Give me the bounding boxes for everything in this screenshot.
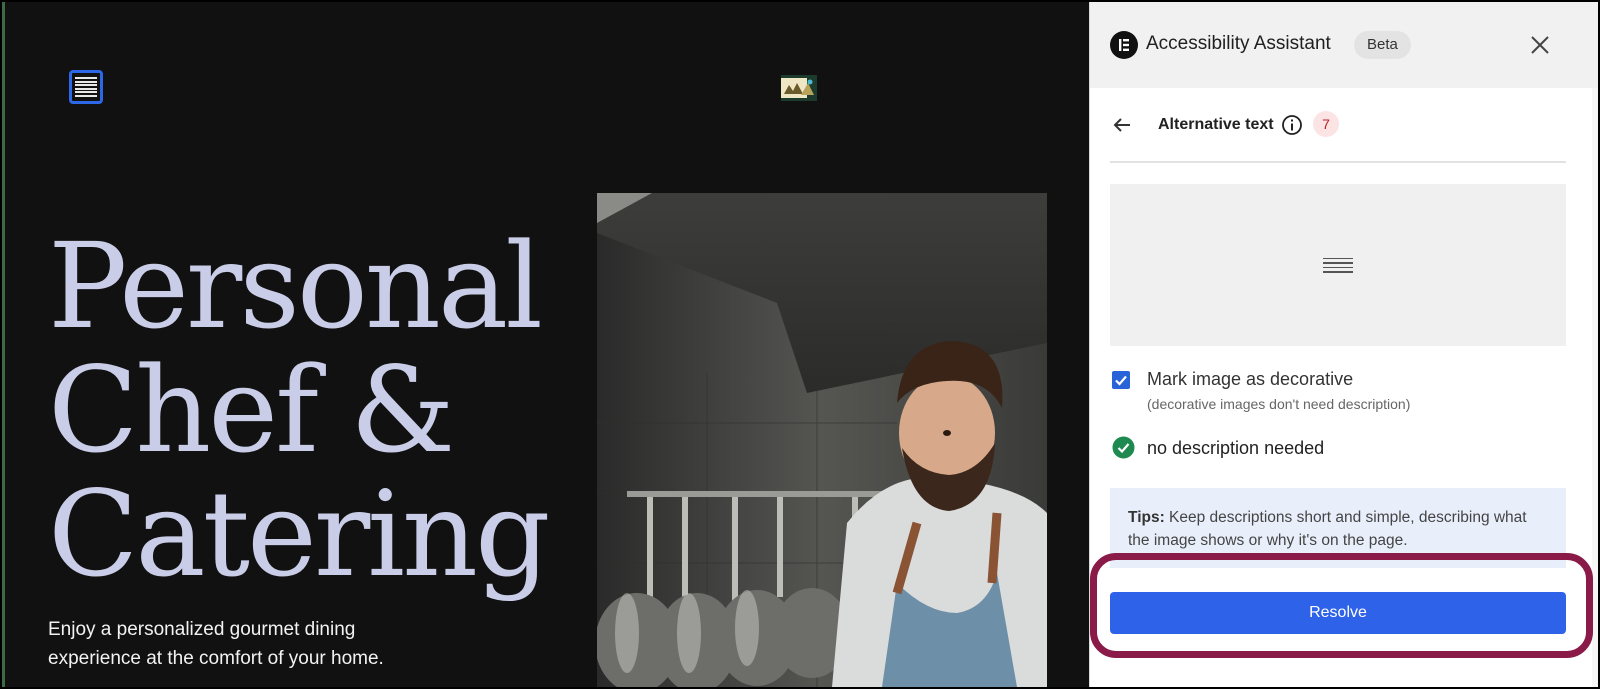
decorative-option: Mark image as decorative (decorative ima… bbox=[1110, 365, 1566, 415]
hero-subtitle-line: experience at the comfort of your home. bbox=[48, 648, 384, 669]
check-circle-icon bbox=[1112, 436, 1135, 459]
hamburger-menu-button[interactable] bbox=[69, 70, 103, 104]
decorative-label[interactable]: Mark image as decorative bbox=[1147, 369, 1353, 390]
image-placeholder-icon bbox=[1323, 257, 1353, 273]
close-icon[interactable] bbox=[1528, 33, 1552, 57]
subheader-title: Alternative text bbox=[1158, 116, 1274, 133]
subheader: Alternative text 7 bbox=[1110, 105, 1566, 163]
panel-title: Accessibility Assistant bbox=[1146, 33, 1331, 54]
panel-scrollbar[interactable] bbox=[1592, 88, 1598, 687]
hero-subtitle-line: Enjoy a personalized gourmet dining bbox=[48, 619, 356, 640]
tips-text: Keep descriptions short and simple, desc… bbox=[1128, 509, 1527, 549]
resolve-button[interactable]: Resolve bbox=[1110, 592, 1566, 634]
chef-cooking-photo[interactable] bbox=[597, 193, 1047, 687]
hero-title-line: Catering bbox=[48, 465, 551, 603]
editor-edge bbox=[2, 2, 5, 687]
hero-title-line: Chef & bbox=[48, 341, 455, 479]
hero-subtitle: Enjoy a personalized gourmet dining expe… bbox=[48, 615, 448, 673]
hero-title: Personal Chef & Catering bbox=[48, 224, 588, 596]
tips-box: Tips: Keep descriptions short and simple… bbox=[1110, 488, 1566, 568]
issue-count-badge: 7 bbox=[1313, 111, 1339, 137]
site-logo-icon[interactable] bbox=[781, 75, 817, 101]
arrow-left-icon[interactable] bbox=[1110, 113, 1134, 137]
info-icon[interactable] bbox=[1281, 114, 1303, 136]
tips-label: Tips: bbox=[1128, 509, 1165, 526]
image-preview bbox=[1110, 184, 1566, 346]
panel-header: Accessibility Assistant Beta bbox=[1090, 2, 1598, 88]
beta-badge: Beta bbox=[1354, 31, 1411, 59]
elementor-logo-icon bbox=[1110, 31, 1138, 59]
status-row: no description needed bbox=[1110, 434, 1566, 464]
decorative-checkbox[interactable] bbox=[1112, 371, 1130, 389]
hamburger-menu-icon bbox=[75, 77, 97, 97]
status-text: no description needed bbox=[1147, 438, 1325, 458]
decorative-hint: (decorative images don't need descriptio… bbox=[1147, 396, 1411, 412]
hero-title-line: Personal bbox=[48, 217, 543, 355]
accessibility-assistant-panel: Accessibility Assistant Beta Alternative… bbox=[1089, 2, 1598, 687]
site-preview: Personal Chef & Catering Enjoy a persona… bbox=[2, 2, 1089, 687]
